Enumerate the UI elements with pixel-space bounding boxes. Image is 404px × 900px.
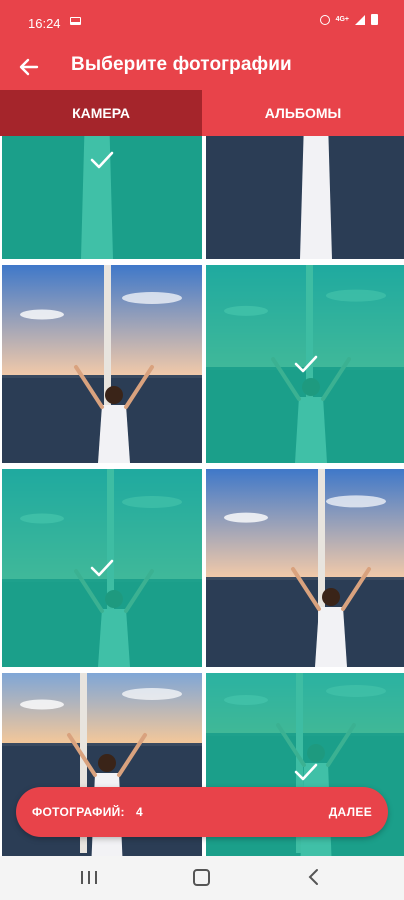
photo-image — [206, 469, 404, 667]
laptop-icon — [70, 17, 81, 25]
back-button[interactable] — [14, 52, 44, 82]
arrow-left-icon — [19, 58, 39, 76]
page-title: Выберите фотографии — [71, 54, 292, 75]
next-button[interactable]: ДАЛЕЕ — [329, 805, 372, 819]
status-icons: 4G+ — [319, 14, 378, 25]
tab-camera-label: КАМЕРА — [72, 105, 130, 121]
status-time: 16:24 — [28, 16, 61, 31]
app-bar: Выберите фотографии — [0, 44, 404, 90]
recent-apps-icon[interactable] — [81, 871, 97, 884]
checkmark-icon — [294, 355, 318, 373]
lte-icon: 4G+ — [335, 16, 349, 23]
photo-thumbnail[interactable] — [2, 469, 202, 667]
photo-thumbnail[interactable] — [206, 469, 404, 667]
photo-image — [206, 136, 404, 259]
photo-grid — [0, 136, 404, 856]
home-icon[interactable] — [193, 869, 210, 886]
selected-count-label: ФОТОГРАФИЙ: — [32, 805, 125, 819]
photo-image — [2, 265, 202, 463]
photo-thumbnail[interactable] — [2, 136, 202, 259]
signal-icon — [355, 14, 365, 25]
checkmark-icon — [294, 763, 318, 781]
tab-bar: КАМЕРА АЛЬБОМЫ — [0, 90, 404, 136]
checkmark-icon — [90, 151, 114, 169]
selected-count-value: 4 — [136, 805, 143, 819]
photo-thumbnail[interactable] — [2, 265, 202, 463]
status-bar: 16:24 4G+ — [0, 0, 404, 44]
tab-albums[interactable]: АЛЬБОМЫ — [202, 90, 404, 136]
tab-camera[interactable]: КАМЕРА — [0, 90, 202, 136]
selection-bar: ФОТОГРАФИЙ: 4 ДАЛЕЕ — [16, 787, 388, 837]
photo-thumbnail[interactable] — [206, 265, 404, 463]
tab-albums-label: АЛЬБОМЫ — [264, 105, 342, 121]
alarm-icon — [319, 14, 330, 25]
photo-thumbnail[interactable] — [206, 136, 404, 259]
system-nav-bar — [0, 856, 404, 900]
battery-icon — [371, 14, 378, 25]
checkmark-icon — [90, 559, 114, 577]
back-icon[interactable] — [307, 868, 321, 886]
